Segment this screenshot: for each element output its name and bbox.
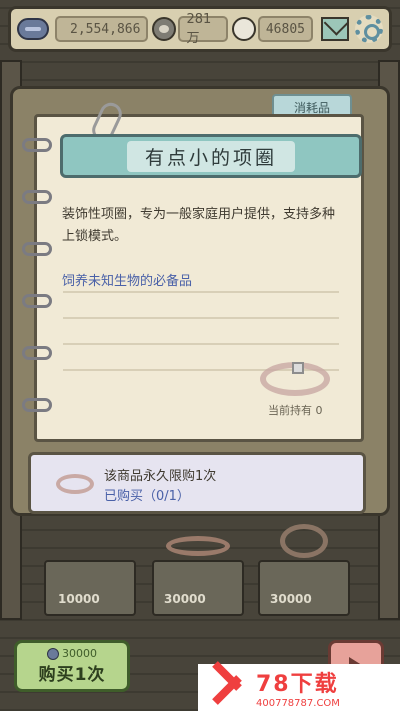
- notebook-ring: [22, 294, 52, 308]
- gem-count: 281万: [178, 12, 228, 46]
- shelf-item[interactable]: [152, 560, 244, 616]
- shelf-price: 30000: [164, 592, 206, 606]
- notebook-ring: [22, 242, 52, 256]
- item-flavor-text: 饲养未知生物的必备品: [62, 274, 193, 289]
- shelf-item[interactable]: [258, 560, 350, 616]
- watermark-logo-icon: [206, 668, 248, 708]
- shelf-collar-icon: [166, 536, 230, 556]
- item-title-banner: 有点小的项圈: [60, 134, 362, 178]
- mail-icon[interactable]: [321, 17, 349, 41]
- buy-cost-row: 30000: [47, 647, 97, 660]
- shelf-item[interactable]: [44, 560, 136, 616]
- buy-button[interactable]: 30000 购买1次: [14, 640, 130, 692]
- shelf-price: 30000: [270, 592, 312, 606]
- buy-cost: 30000: [62, 647, 97, 660]
- item-description: 装饰性项圈，专为一般家庭用户提供，支持多种上锁模式。: [62, 207, 336, 244]
- bubble-icon: [152, 17, 177, 41]
- coin-count: 2,554,866: [55, 16, 149, 42]
- coin-icon: [47, 647, 59, 660]
- top-status-bar: 2,554,866 281万 46805: [8, 6, 392, 52]
- notebook-ring: [22, 138, 52, 152]
- notebook-ring: [22, 190, 52, 204]
- speech-icon: [231, 17, 256, 41]
- buy-label: 购买1次: [38, 665, 106, 685]
- watermark-url: 400778787.COM: [256, 698, 340, 709]
- notebook-ring: [22, 398, 52, 412]
- watermark-title: 78下载: [256, 672, 339, 697]
- owned-count: 当前持有 0: [268, 404, 323, 417]
- speech-count: 46805: [257, 16, 313, 42]
- gear-icon[interactable]: [355, 15, 383, 43]
- purchase-limit-text: 该商品永久限购1次: [104, 469, 217, 484]
- coin-icon: [17, 18, 49, 40]
- collar-thumbnail-icon: [56, 474, 94, 494]
- shelf-item-icon: [280, 524, 328, 558]
- shelf-price: 10000: [58, 592, 100, 606]
- notebook-ring: [22, 346, 52, 360]
- collar-buckle-icon: [292, 362, 304, 374]
- item-title: 有点小的项圈: [126, 140, 295, 172]
- purchased-count-text: 已购买（0/1）: [104, 489, 190, 504]
- watermark: 78下载 400778787.COM: [198, 664, 400, 711]
